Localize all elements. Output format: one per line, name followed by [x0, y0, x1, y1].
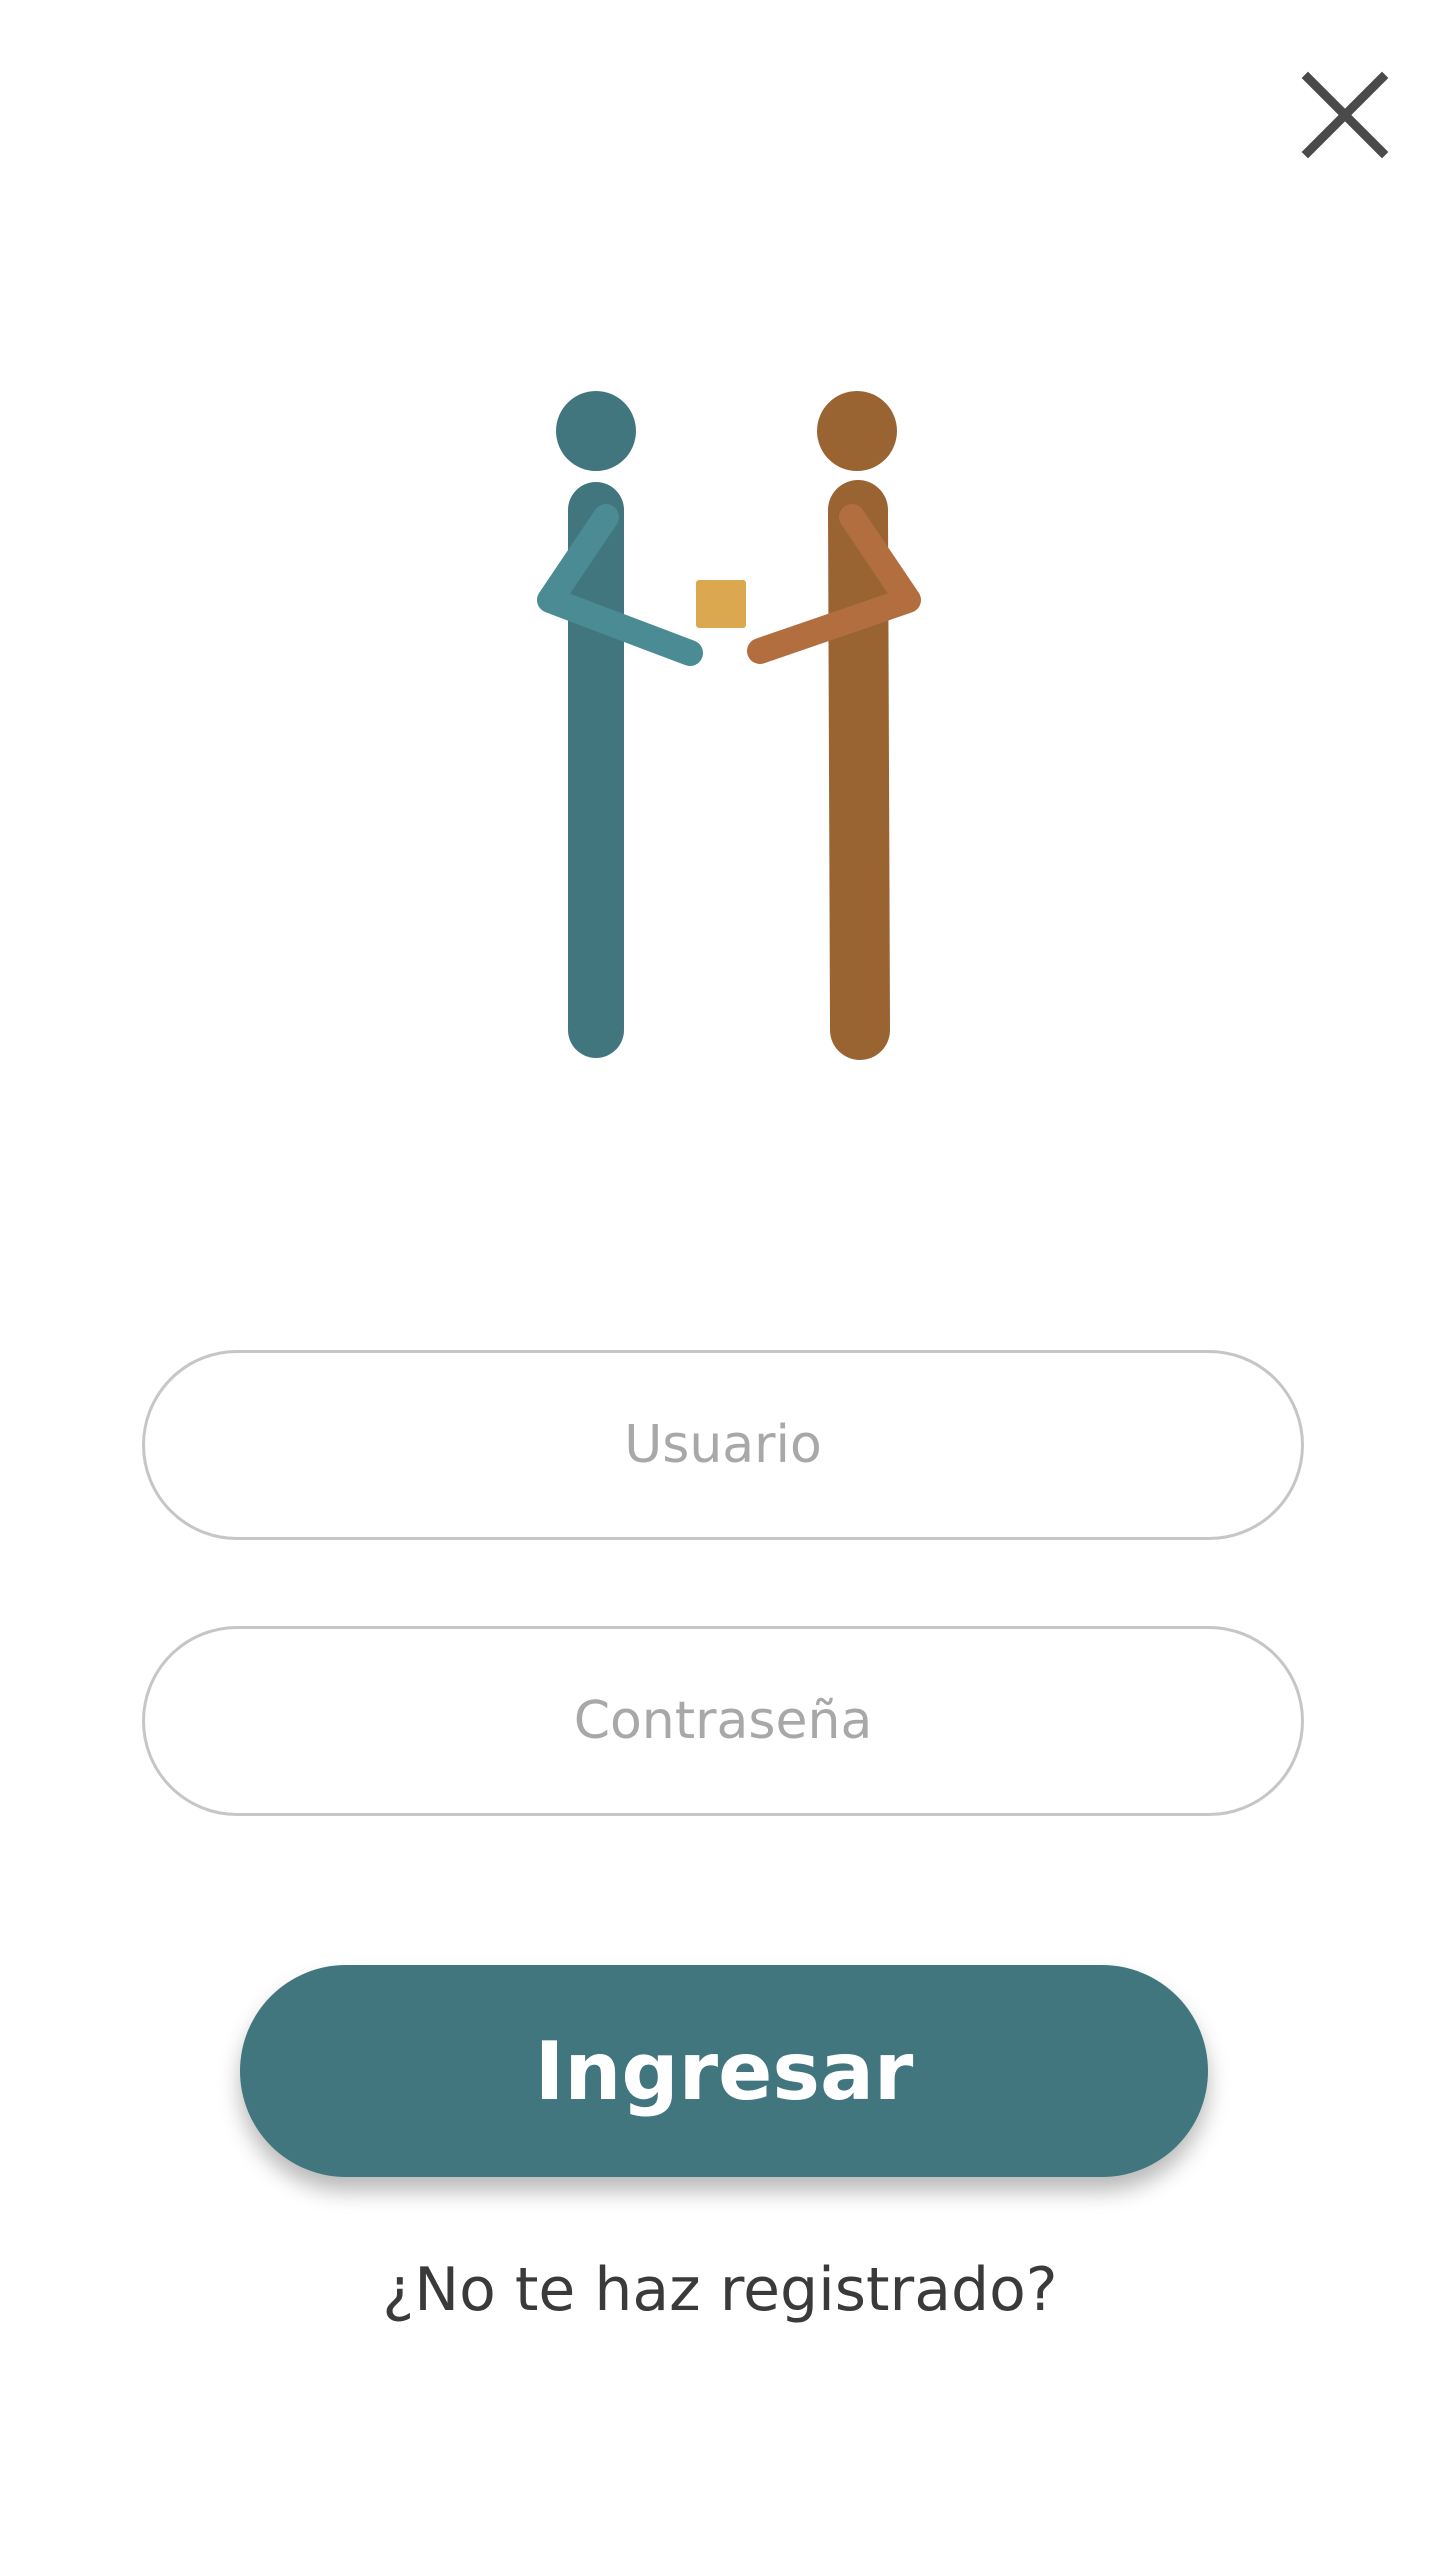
right-figure-body [828, 480, 890, 1060]
username-field [142, 1350, 1304, 1540]
register-link[interactable]: ¿No te haz registrado? [0, 2255, 1440, 2325]
password-input[interactable] [145, 1628, 1301, 1814]
close-button[interactable] [1290, 60, 1400, 170]
password-field [142, 1626, 1304, 1816]
login-button[interactable]: Ingresar [240, 1965, 1208, 2177]
left-figure-head [556, 391, 636, 471]
handshake-figures-icon [537, 391, 921, 1060]
right-figure-head [817, 391, 897, 471]
app-logo [480, 360, 960, 1060]
username-input[interactable] [145, 1352, 1301, 1538]
gift-box [696, 580, 746, 628]
close-icon [1301, 71, 1389, 159]
